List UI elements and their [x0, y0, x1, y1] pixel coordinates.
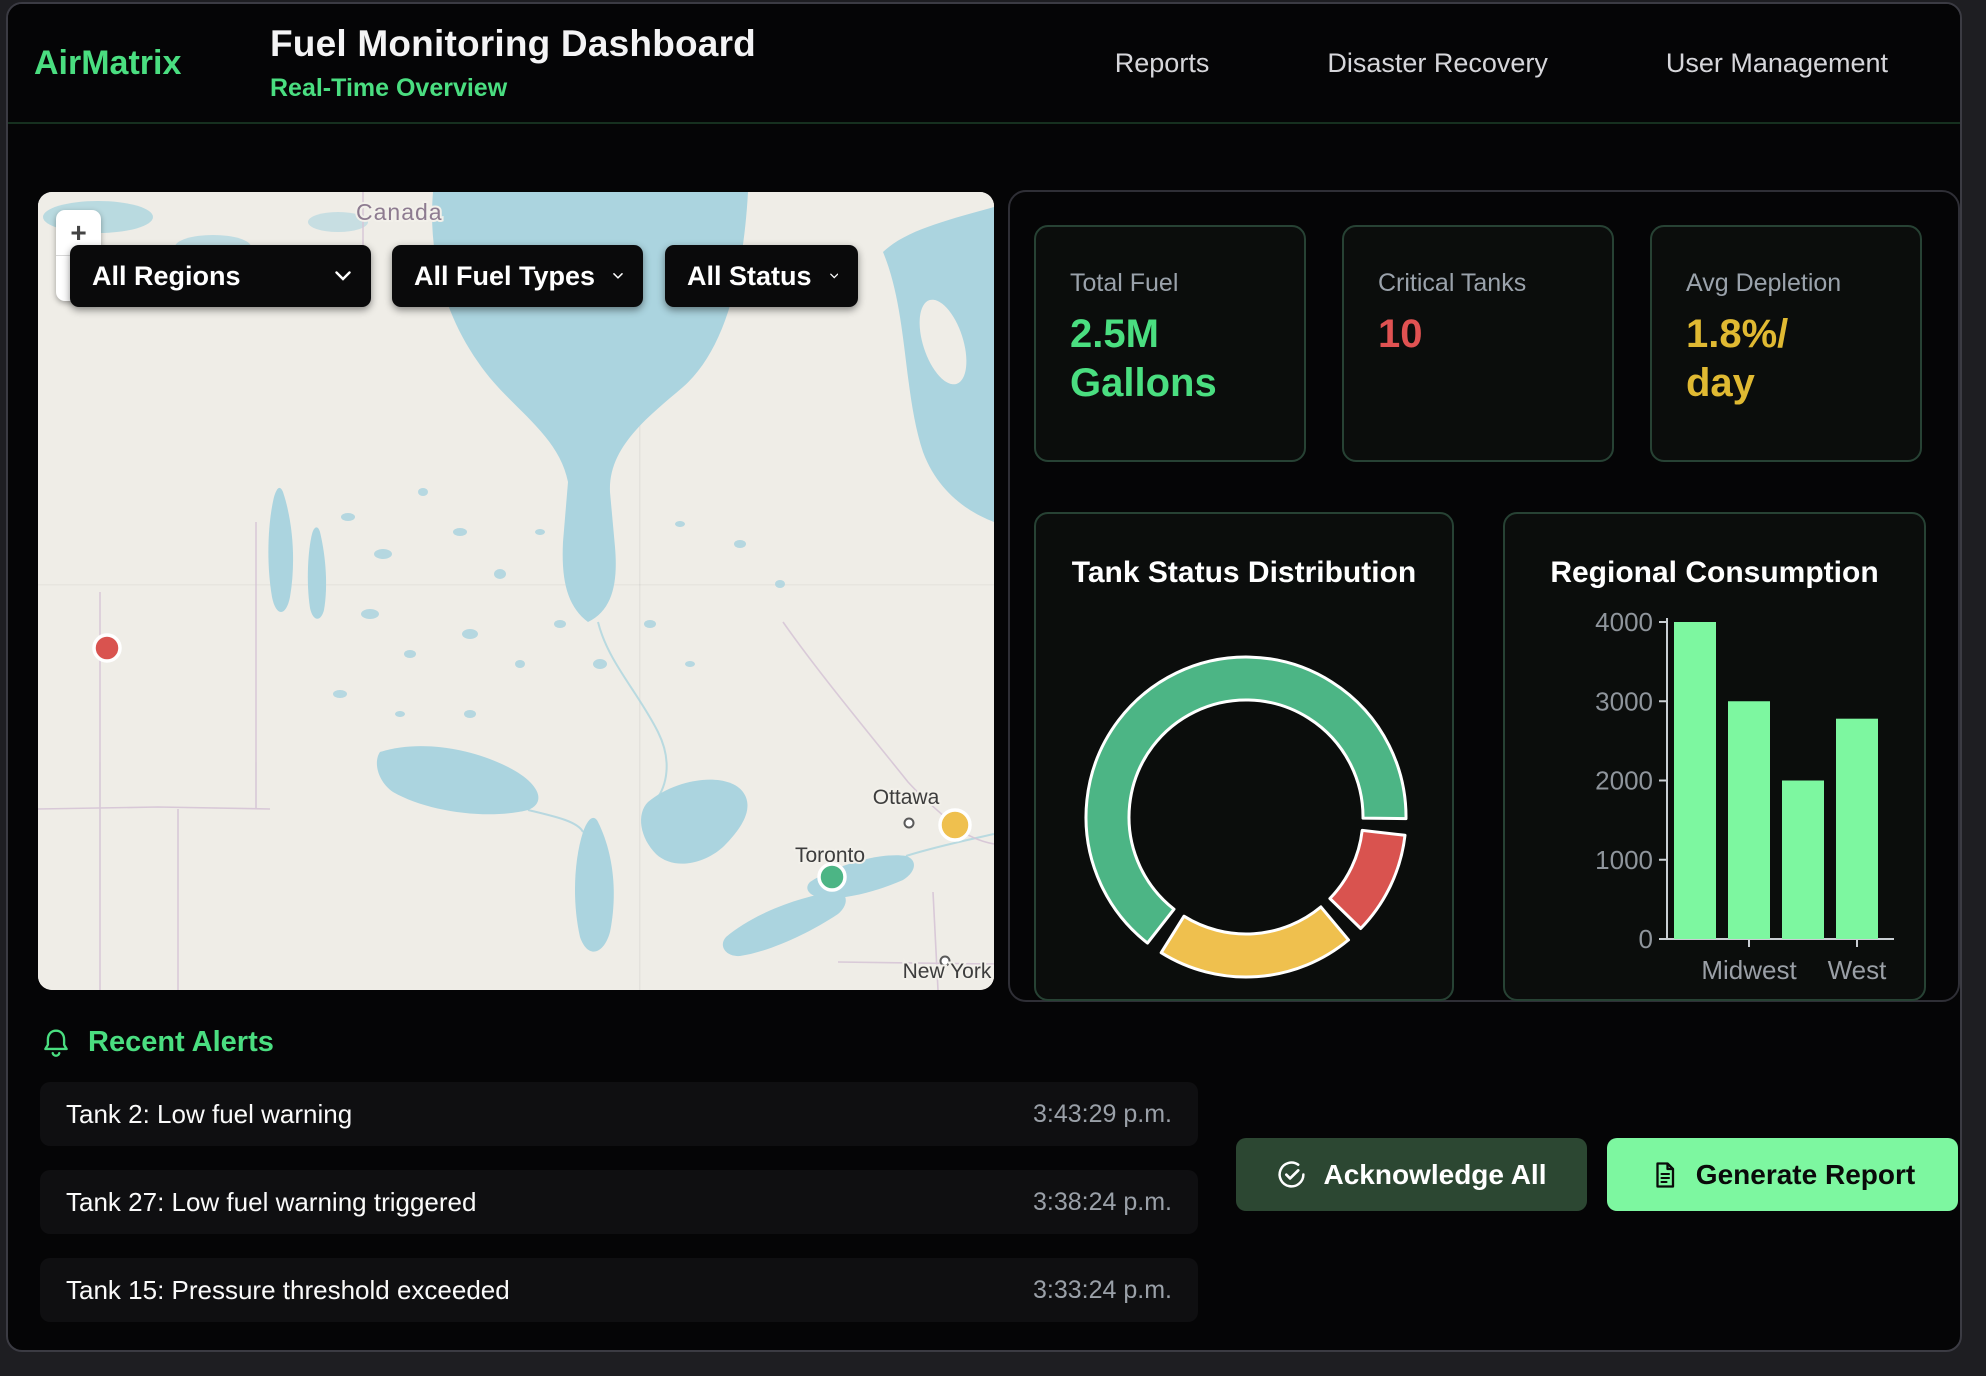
tank-status-chart-card: Tank Status Distribution [1034, 512, 1454, 1001]
document-icon [1650, 1160, 1680, 1190]
bar-y-tick-label: 1000 [1595, 845, 1653, 875]
nav-user-management[interactable]: User Management [1666, 48, 1888, 79]
title-block: Fuel Monitoring Dashboard Real-Time Over… [270, 23, 756, 103]
consumption-bar [1782, 781, 1824, 940]
bar-y-tick-label: 0 [1639, 924, 1653, 954]
stat-label: Critical Tanks [1378, 269, 1612, 298]
alert-message: Tank 2: Low fuel warning [66, 1099, 352, 1130]
stat-label: Total Fuel [1070, 269, 1304, 298]
stat-card-total-fuel: Total Fuel 2.5M Gallons [1034, 225, 1306, 462]
acknowledge-all-button[interactable]: Acknowledge All [1236, 1138, 1587, 1211]
dashboard-root: AirMatrix Fuel Monitoring Dashboard Real… [6, 2, 1962, 1352]
filter-fuel-types-label: All Fuel Types [414, 261, 595, 292]
bar-y-tick-label: 2000 [1595, 766, 1653, 796]
generate-report-label: Generate Report [1696, 1159, 1915, 1191]
alert-message: Tank 27: Low fuel warning triggered [66, 1187, 476, 1218]
acknowledge-all-label: Acknowledge All [1323, 1159, 1546, 1191]
alert-time: 3:33:24 p.m. [1033, 1276, 1172, 1305]
bar-y-tick-label: 3000 [1595, 686, 1653, 716]
city-label-new-york: New York [903, 960, 992, 983]
check-circle-icon [1276, 1159, 1307, 1190]
donut-segment-critical [1330, 830, 1405, 928]
alerts-title: Recent Alerts [88, 1026, 274, 1059]
bell-icon [40, 1027, 72, 1059]
consumption-bar [1674, 622, 1716, 939]
alert-time: 3:38:24 p.m. [1033, 1188, 1172, 1217]
alerts-header: Recent Alerts [40, 1026, 274, 1059]
bar-y-tick-label: 4000 [1595, 607, 1653, 637]
stat-card-critical-tanks: Critical Tanks 10 [1342, 225, 1614, 462]
alert-row[interactable]: Tank 15: Pressure threshold exceeded 3:3… [40, 1258, 1198, 1322]
fuel-map[interactable]: CanadaOttawaTorontoNew York [38, 192, 994, 990]
stat-value-critical-tanks: 10 [1378, 310, 1612, 359]
stat-value-avg-depletion: 1.8%/ day [1686, 310, 1920, 408]
stat-value-total-fuel: 2.5M Gallons [1070, 310, 1304, 408]
tank-marker-warning[interactable] [940, 810, 970, 840]
chevron-down-icon [613, 271, 623, 281]
filter-fuel-types-dropdown[interactable]: All Fuel Types [392, 245, 643, 307]
page-title: Fuel Monitoring Dashboard [270, 23, 756, 65]
bar-x-tick-label: Midwest [1701, 955, 1797, 985]
consumption-bar [1728, 701, 1770, 939]
regional-consumption-chart-title: Regional Consumption [1505, 556, 1924, 590]
alert-row[interactable]: Tank 27: Low fuel warning triggered 3:38… [40, 1170, 1198, 1234]
map-canvas: CanadaOttawaTorontoNew York [38, 192, 994, 990]
donut-segment-warning [1161, 907, 1348, 977]
map-country-label: Canada [356, 199, 443, 225]
regional-consumption-chart-card: Regional Consumption 0 1000 2000 3000 4000 Mi… [1503, 512, 1926, 1001]
filter-regions-label: All Regions [92, 261, 241, 292]
page-subtitle: Real-Time Overview [270, 74, 756, 103]
alert-time: 3:43:29 p.m. [1033, 1100, 1172, 1129]
nav-disaster-recovery[interactable]: Disaster Recovery [1327, 48, 1548, 79]
tank-marker-critical[interactable] [94, 635, 120, 661]
filter-status-dropdown[interactable]: All Status [665, 245, 858, 307]
tank-status-chart-title: Tank Status Distribution [1036, 556, 1452, 590]
chevron-down-icon [335, 271, 351, 281]
alert-message: Tank 15: Pressure threshold exceeded [66, 1275, 510, 1306]
header: AirMatrix Fuel Monitoring Dashboard Real… [8, 4, 1960, 124]
generate-report-button[interactable]: Generate Report [1607, 1138, 1958, 1211]
alert-row[interactable]: Tank 2: Low fuel warning 3:43:29 p.m. [40, 1082, 1198, 1146]
nav-reports[interactable]: Reports [1115, 48, 1210, 79]
bar-x-tick-label: West [1828, 955, 1888, 985]
chevron-down-icon [830, 271, 838, 281]
city-dot [905, 819, 914, 828]
metrics-panel: Total Fuel 2.5M Gallons Critical Tanks 1… [1008, 190, 1960, 1002]
stat-label: Avg Depletion [1686, 269, 1920, 298]
filter-regions-dropdown[interactable]: All Regions [70, 245, 371, 307]
stat-card-avg-depletion: Avg Depletion 1.8%/ day [1650, 225, 1922, 462]
consumption-bar [1836, 719, 1878, 939]
tank-marker-normal[interactable] [819, 864, 845, 890]
filter-status-label: All Status [687, 261, 812, 292]
brand-logo: AirMatrix [34, 44, 270, 83]
city-label-ottawa: Ottawa [873, 786, 940, 809]
main-nav: Reports Disaster Recovery User Managemen… [1115, 48, 1888, 79]
